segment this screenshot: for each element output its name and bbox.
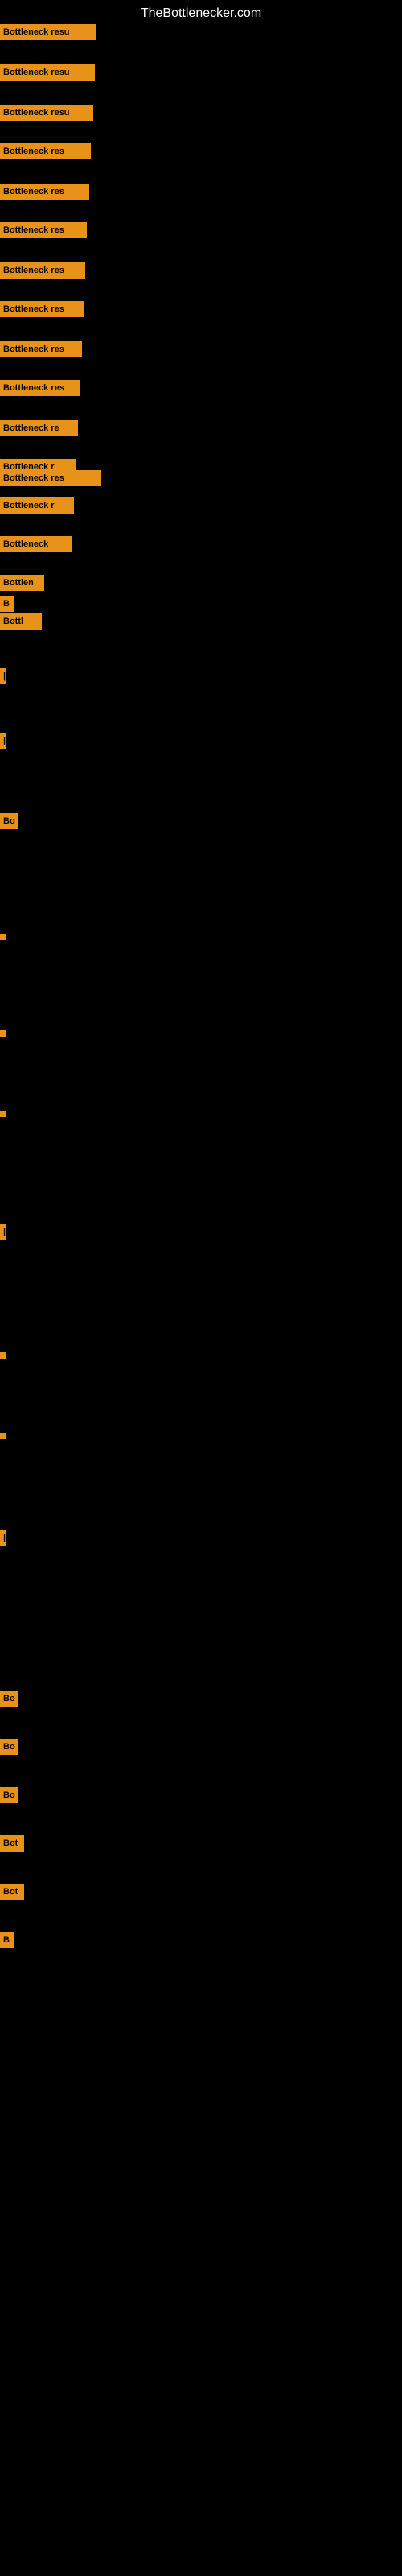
bottleneck-badge: Bottleneck res <box>0 380 80 396</box>
bottleneck-badge: Bottleneck r <box>0 497 74 514</box>
bottleneck-badge: Bottleneck res <box>0 341 82 357</box>
bottleneck-badge: B <box>0 1932 14 1948</box>
bottleneck-badge: | <box>0 733 6 749</box>
bottleneck-badge: Bo <box>0 1739 18 1755</box>
bottleneck-badge: Bottl <box>0 613 42 630</box>
bottleneck-badge: Bo <box>0 813 18 829</box>
bottleneck-badge <box>0 1352 6 1359</box>
bottleneck-badge: B <box>0 596 14 612</box>
bottleneck-badge: Bottleneck resu <box>0 64 95 80</box>
bottleneck-badge <box>0 1030 6 1037</box>
bottleneck-badge: Bottleneck res <box>0 301 84 317</box>
bottleneck-badge: | <box>0 668 6 684</box>
bottleneck-badge: Bottleneck res <box>0 143 91 159</box>
bottleneck-badge: Bo <box>0 1690 18 1707</box>
bottleneck-badge: Bot <box>0 1884 24 1900</box>
bottleneck-badge: Bottleneck resu <box>0 105 93 121</box>
bottleneck-badge: | <box>0 1530 6 1546</box>
bottleneck-badge: Bo <box>0 1787 18 1803</box>
bottleneck-badge: Bot <box>0 1835 24 1852</box>
bottleneck-badge: Bottleneck re <box>0 420 78 436</box>
bottleneck-badge: Bottleneck res <box>0 470 100 486</box>
bottleneck-badge <box>0 1111 6 1117</box>
bottleneck-badge: | <box>0 1224 6 1240</box>
bottleneck-badge <box>0 934 6 940</box>
bottleneck-badge <box>0 1433 6 1439</box>
bottleneck-badge: Bottleneck res <box>0 222 87 238</box>
bottleneck-badge: Bottleneck res <box>0 262 85 279</box>
bottleneck-badge: Bottleneck <box>0 536 72 552</box>
bottleneck-badge: Bottleneck res <box>0 184 89 200</box>
bottleneck-badge: Bottlen <box>0 575 44 591</box>
bottleneck-badge: Bottleneck resu <box>0 24 96 40</box>
